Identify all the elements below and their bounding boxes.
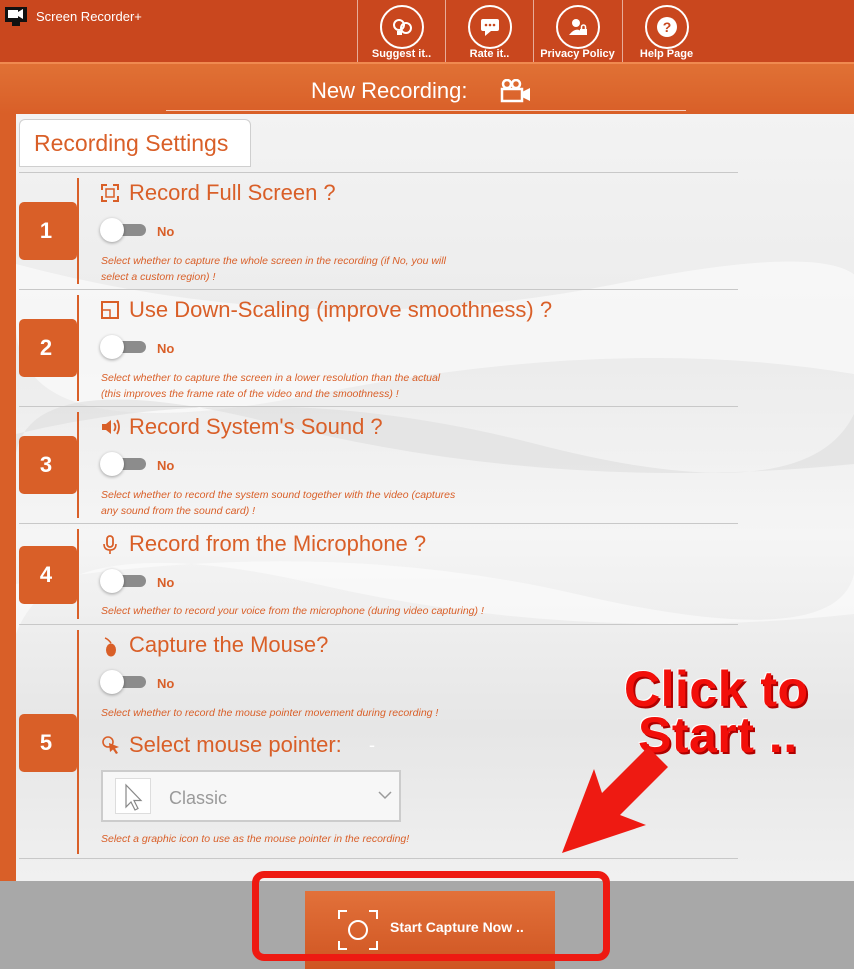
section-number: 5 <box>19 714 77 772</box>
toggle-value: No <box>157 458 175 473</box>
pointer-description: Select a graphic icon to use as the mous… <box>101 833 410 845</box>
down-scaling-toggle[interactable] <box>100 335 146 359</box>
section-number: 1 <box>19 202 77 260</box>
divider <box>19 858 738 859</box>
tab-recording-settings[interactable]: Recording Settings <box>19 119 251 167</box>
full-screen-toggle[interactable] <box>100 218 146 242</box>
section-number: 2 <box>19 319 77 377</box>
section-description: Select whether to record the mouse point… <box>101 707 439 719</box>
section-number: 3 <box>19 436 77 494</box>
user-lock-icon <box>555 5 600 49</box>
section-title: Use Down-Scaling (improve smoothness) ? <box>129 297 553 322</box>
section-description: (this improves the frame rate of the vid… <box>101 388 399 400</box>
speech-bubble-icon <box>467 5 512 49</box>
divider <box>19 172 738 173</box>
app-title: Screen Recorder+ <box>36 9 142 24</box>
video-camera-icon <box>500 79 530 103</box>
mouse-pointer-select[interactable]: Classic <box>101 770 401 822</box>
section-rule <box>77 630 79 854</box>
mouse-icon <box>104 637 116 657</box>
red-arrow-icon <box>562 747 668 853</box>
divider <box>19 289 738 290</box>
microphone-toggle[interactable] <box>100 569 146 593</box>
banner-title: New Recording: <box>311 78 468 103</box>
question-icon: ? <box>644 5 689 49</box>
svg-text:?: ? <box>662 19 671 35</box>
section-rule <box>77 412 79 518</box>
lightbulb-icon <box>379 5 424 49</box>
suggest-button[interactable]: Suggest it.. <box>357 0 445 62</box>
pointer-title: Select mouse pointer: <box>129 732 342 757</box>
section-title: Record System's Sound ? <box>129 414 383 439</box>
callout-line-1: Click to <box>624 661 809 717</box>
section-rule <box>77 529 79 619</box>
divider <box>19 624 738 625</box>
title-bar: Screen Recorder+ Suggest it.. Rate it.. … <box>0 0 854 62</box>
banner-divider <box>166 110 686 111</box>
pointer-icon <box>102 736 119 754</box>
suggest-label: Suggest it.. <box>371 48 432 60</box>
section-rule <box>77 178 79 284</box>
rate-button[interactable]: Rate it.. <box>445 0 533 62</box>
divider <box>19 406 738 407</box>
microphone-icon <box>103 535 117 554</box>
chevron-down-icon <box>378 791 392 800</box>
pointer-suffix: - <box>369 735 375 755</box>
section-number: 4 <box>19 546 77 604</box>
section-title: Capture the Mouse? <box>129 632 329 657</box>
new-recording-banner: New Recording: <box>0 62 854 114</box>
section-rule <box>77 295 79 401</box>
section-description: Select whether to record the system soun… <box>101 489 456 501</box>
cursor-arrow-icon <box>115 778 151 814</box>
toggle-value: No <box>157 224 175 239</box>
fullscreen-icon <box>101 184 119 202</box>
section-description: any sound from the sound card) ! <box>101 505 256 517</box>
section-description: Select whether to capture the screen in … <box>101 372 441 384</box>
section-description: Select whether to capture the whole scre… <box>101 255 446 267</box>
section-title: Record Full Screen ? <box>129 180 336 205</box>
help-page-button[interactable]: ? Help Page <box>622 0 710 62</box>
speaker-icon <box>102 419 120 435</box>
divider <box>19 523 738 524</box>
system-sound-toggle[interactable] <box>100 452 146 476</box>
section-title: Record from the Microphone ? <box>129 531 427 556</box>
privacy-policy-label: Privacy Policy <box>540 48 615 60</box>
toggle-value: No <box>157 676 175 691</box>
rate-label: Rate it.. <box>469 48 510 60</box>
capture-mouse-toggle[interactable] <box>100 670 146 694</box>
select-value: Classic <box>169 788 228 808</box>
toggle-value: No <box>157 575 175 590</box>
highlight-frame <box>252 871 610 961</box>
section-description: Select whether to record your voice from… <box>101 605 484 617</box>
help-page-label: Help Page <box>639 48 694 60</box>
app-logo-icon <box>5 7 27 26</box>
section-description: select a custom region) ! <box>101 271 216 283</box>
scale-icon <box>101 301 119 319</box>
toggle-value: No <box>157 341 175 356</box>
privacy-policy-button[interactable]: Privacy Policy <box>533 0 621 62</box>
